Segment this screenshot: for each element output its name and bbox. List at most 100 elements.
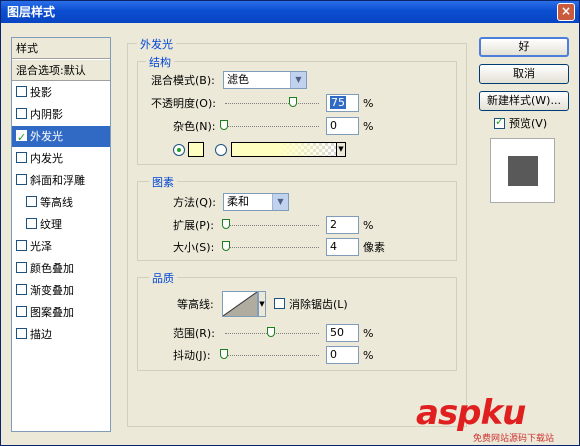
noise-unit: % <box>363 120 374 133</box>
contour-label: 等高线: <box>177 298 214 311</box>
pattern-overlay-checkbox[interactable] <box>16 306 27 317</box>
jitter-input[interactable]: 0 <box>326 346 359 364</box>
sidebar-item-drop-shadow[interactable]: 投影 <box>12 82 110 103</box>
sidebar-item-blending-options[interactable]: 混合选项:默认 <box>12 60 110 81</box>
ok-label: 好 <box>518 40 530 53</box>
sidebar-item-stroke[interactable]: 描边 <box>12 324 110 345</box>
opacity-slider-thumb[interactable] <box>289 97 297 107</box>
gradient-swatch[interactable] <box>231 142 337 157</box>
color-overlay-checkbox[interactable] <box>16 262 27 273</box>
sidebar-item-satin[interactable]: 光泽 <box>12 236 110 257</box>
jitter-label: 抖动(J): <box>173 349 211 362</box>
layer-style-dialog: 图层样式 × 样式 混合选项:默认 投影 内阴影 外发光 内发光 斜面和浮雕 等… <box>0 0 580 446</box>
sidebar-item-label: 图案叠加 <box>30 306 74 319</box>
sidebar-item-texture[interactable]: 纹理 <box>12 214 110 235</box>
sidebar-item-color-overlay[interactable]: 颜色叠加 <box>12 258 110 279</box>
sidebar-item-inner-shadow[interactable]: 内阴影 <box>12 104 110 125</box>
gradient-dropdown-icon[interactable]: ▼ <box>336 142 346 157</box>
noise-slider-thumb[interactable] <box>220 120 228 130</box>
antialias-checkbox[interactable] <box>274 298 285 309</box>
jitter-slider-track[interactable] <box>225 355 319 356</box>
chevron-down-icon: ▼ <box>272 194 288 210</box>
preview-checkbox[interactable] <box>494 115 505 129</box>
contour-checkbox[interactable] <box>26 196 37 207</box>
texture-checkbox[interactable] <box>26 218 37 229</box>
opacity-slider-track[interactable] <box>225 103 319 104</box>
cancel-button[interactable]: 取消 <box>479 64 569 84</box>
size-value: 4 <box>330 240 337 253</box>
sidebar-item-outer-glow[interactable]: 外发光 <box>12 126 110 148</box>
blend-mode-select[interactable]: 滤色 ▼ <box>223 71 307 89</box>
gradient-radio[interactable] <box>215 144 227 156</box>
sidebar-item-label: 渐变叠加 <box>30 284 74 297</box>
ok-button[interactable]: 好 <box>479 37 569 57</box>
blend-mode-value: 滤色 <box>227 73 249 86</box>
contour-picker[interactable] <box>222 291 258 317</box>
bevel-emboss-checkbox[interactable] <box>16 174 27 185</box>
new-style-button[interactable]: 新建样式(W)... <box>479 91 569 111</box>
contour-dropdown-icon[interactable]: ▼ <box>258 291 266 317</box>
quality-title: 品质 <box>149 270 177 286</box>
preview-thumbnail <box>508 156 538 186</box>
chevron-down-icon: ▼ <box>290 72 306 88</box>
watermark-logo: aspku <box>416 393 526 433</box>
size-slider-track[interactable] <box>225 247 319 248</box>
spread-value: 2 <box>330 218 337 231</box>
sidebar-item-pattern-overlay[interactable]: 图案叠加 <box>12 302 110 323</box>
method-label: 方法(Q): <box>173 196 216 209</box>
sidebar-item-gradient-overlay[interactable]: 渐变叠加 <box>12 280 110 301</box>
jitter-value: 0 <box>330 348 337 361</box>
sidebar-item-label: 混合选项:默认 <box>16 64 86 77</box>
antialias-label: 消除锯齿(L) <box>289 298 348 311</box>
size-unit: 像素 <box>363 241 385 254</box>
sidebar-item-label: 纹理 <box>40 218 62 231</box>
noise-label: 杂色(N): <box>173 120 216 133</box>
sidebar-item-contour[interactable]: 等高线 <box>12 192 110 213</box>
size-label: 大小(S): <box>173 241 215 254</box>
style-preview <box>490 138 555 203</box>
spread-label: 扩展(P): <box>173 219 214 232</box>
close-button[interactable]: × <box>557 3 575 21</box>
spread-slider-thumb[interactable] <box>222 219 230 229</box>
range-input[interactable]: 50 <box>326 324 359 342</box>
stroke-checkbox[interactable] <box>16 328 27 339</box>
satin-checkbox[interactable] <box>16 240 27 251</box>
blend-mode-label: 混合模式(B): <box>151 74 215 87</box>
outer-glow-title: 外发光 <box>137 36 176 52</box>
sidebar-item-label: 描边 <box>30 328 52 341</box>
gradient-overlay-checkbox[interactable] <box>16 284 27 295</box>
title-bar: 图层样式 × <box>1 1 579 23</box>
opacity-value: 75 <box>330 96 346 109</box>
noise-input[interactable]: 0 <box>326 117 359 135</box>
sidebar-item-bevel-emboss[interactable]: 斜面和浮雕 <box>12 170 110 191</box>
spread-slider-track[interactable] <box>225 225 319 226</box>
sidebar-item-label: 外发光 <box>30 130 63 143</box>
inner-glow-checkbox[interactable] <box>16 152 27 163</box>
sidebar-item-label: 等高线 <box>40 196 73 209</box>
new-style-label: 新建样式(W)... <box>487 94 561 107</box>
glow-color-swatch[interactable] <box>188 142 204 157</box>
jitter-unit: % <box>363 349 374 362</box>
noise-value: 0 <box>330 119 337 132</box>
noise-slider-track[interactable] <box>225 126 319 127</box>
outer-glow-checkbox[interactable] <box>16 127 27 148</box>
range-label: 范围(R): <box>173 327 215 340</box>
solid-color-radio[interactable] <box>173 144 185 156</box>
size-input[interactable]: 4 <box>326 238 359 256</box>
opacity-input[interactable]: 75 <box>326 94 359 112</box>
drop-shadow-checkbox[interactable] <box>16 86 27 97</box>
jitter-slider-thumb[interactable] <box>220 349 228 359</box>
spread-input[interactable]: 2 <box>326 216 359 234</box>
cancel-label: 取消 <box>513 67 535 80</box>
range-slider-thumb[interactable] <box>267 327 275 337</box>
size-slider-thumb[interactable] <box>222 241 230 251</box>
method-value: 柔和 <box>227 195 249 208</box>
inner-shadow-checkbox[interactable] <box>16 108 27 119</box>
opacity-unit: % <box>363 97 374 110</box>
sidebar-item-inner-glow[interactable]: 内发光 <box>12 148 110 169</box>
style-list: 样式 混合选项:默认 投影 内阴影 外发光 内发光 斜面和浮雕 等高线 纹理 光… <box>11 37 111 432</box>
sidebar-item-styles[interactable]: 样式 <box>12 38 110 59</box>
sidebar-item-label: 光泽 <box>30 240 52 253</box>
sidebar-item-label: 样式 <box>16 42 38 55</box>
method-select[interactable]: 柔和 ▼ <box>223 193 289 211</box>
